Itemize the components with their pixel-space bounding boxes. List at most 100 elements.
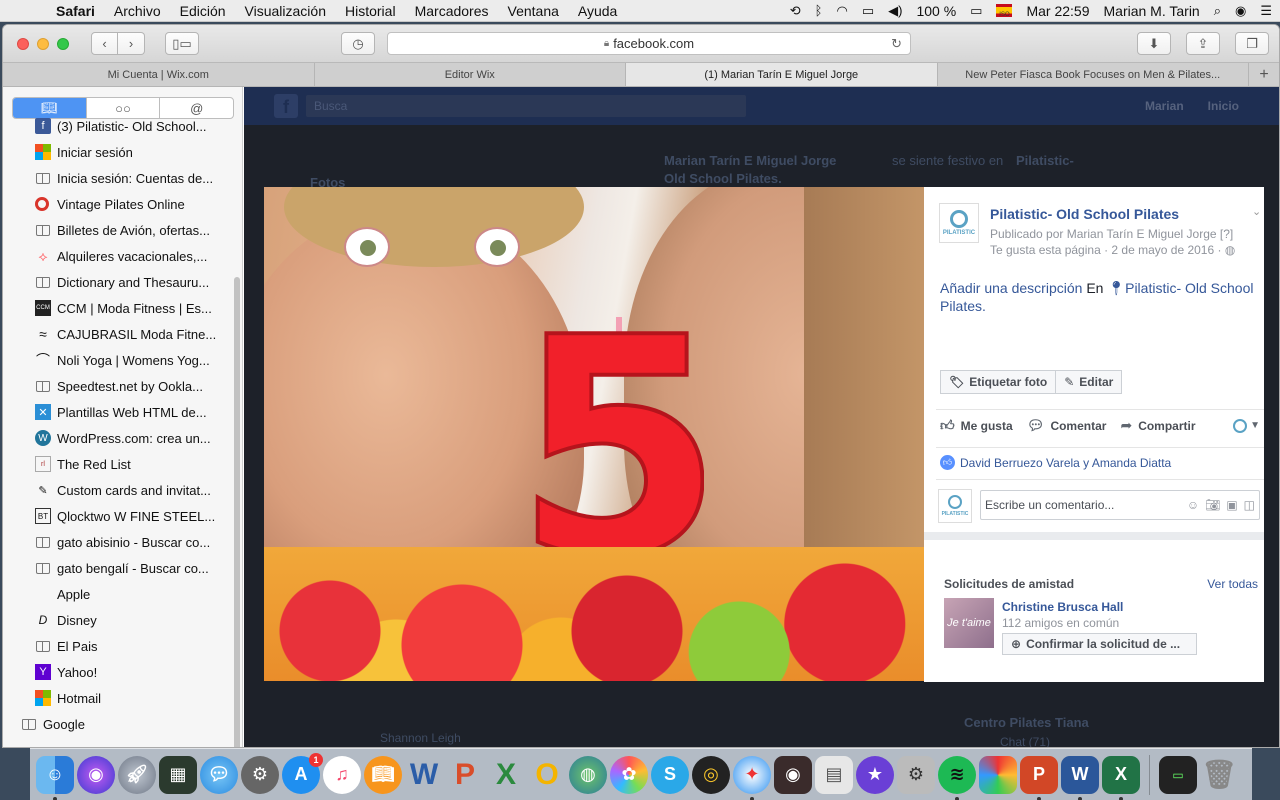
word-doc-icon[interactable]: W	[1061, 755, 1099, 800]
camera-icon[interactable]: 📷︎	[1205, 498, 1220, 512]
bookmark-item[interactable]: Vintage Pilates Online	[3, 191, 233, 217]
menu-edicion[interactable]: Edición	[180, 3, 226, 19]
lightbox-photo[interactable]: 5	[264, 187, 924, 681]
share-icon[interactable]: ⇪	[1186, 32, 1220, 55]
finder-icon[interactable]: ☺	[36, 755, 74, 800]
notification-center-icon[interactable]: ☰	[1260, 3, 1272, 19]
bookmark-item[interactable]: Apple	[3, 581, 233, 607]
bookmark-item[interactable]: BT Qlocktwo W FINE STEEL...	[3, 503, 233, 529]
volume-icon[interactable]: ◀)	[888, 3, 902, 19]
bookmark-item[interactable]: CCM CCM | Moda Fitness | Es...	[3, 295, 233, 321]
maps-globe-icon[interactable]: ◍	[569, 755, 607, 794]
page-avatar[interactable]: PILATISTIC	[939, 203, 979, 243]
post-as-selector[interactable]: ▼	[1233, 418, 1260, 433]
safari-icon[interactable]: ✦	[733, 755, 771, 800]
bookmark-item[interactable]: ≈ CAJUBRASIL Moda Fitne...	[3, 321, 233, 347]
bookmark-item[interactable]: ⌒ Noli Yoga | Womens Yog...	[3, 347, 233, 373]
emoji-icon[interactable]: ☺	[1187, 498, 1199, 512]
menu-ventana[interactable]: Ventana	[508, 3, 559, 19]
edit-button[interactable]: ✎ Editar	[1056, 370, 1123, 394]
imovie-icon[interactable]: ★	[856, 755, 894, 794]
bookmark-item[interactable]: D Disney	[3, 607, 233, 633]
bookmark-item[interactable]: gato abisinio - Buscar co...	[3, 529, 233, 555]
spotify-icon[interactable]: ≋	[938, 755, 976, 800]
forward-button[interactable]: ›	[118, 32, 145, 55]
launchpad-icon[interactable]: 🚀︎	[118, 755, 156, 794]
pinwheel-icon[interactable]	[979, 755, 1017, 794]
system-preferences-icon[interactable]: ⚙	[241, 755, 279, 794]
preview-icon[interactable]: ▤	[815, 755, 853, 794]
excel-doc-icon[interactable]: X	[1102, 755, 1140, 800]
bookmark-item[interactable]: Y Yahoo!	[3, 659, 233, 685]
siri-icon[interactable]: ◉	[77, 755, 115, 794]
bookmark-item[interactable]: Billetes de Avión, ofertas...	[3, 217, 233, 243]
likes-summary[interactable]: 👍︎ David Berruezo Varela y Amanda Diatta	[940, 455, 1171, 470]
excel-icon[interactable]: X	[487, 756, 525, 794]
battery-percent[interactable]: 100 %	[916, 3, 956, 19]
powerpoint-icon[interactable]: P	[446, 756, 484, 794]
new-tab-icon[interactable]: +	[1249, 63, 1279, 86]
fullscreen-window-button[interactable]	[57, 37, 69, 50]
wifi-icon[interactable]: ◠	[836, 3, 847, 19]
skype-icon[interactable]: S	[651, 755, 689, 794]
menu-archivo[interactable]: Archivo	[114, 3, 161, 19]
privacy-globe-icon[interactable]: ◍	[1225, 243, 1235, 257]
siri-icon[interactable]: ◉	[1235, 3, 1246, 19]
word-icon[interactable]: W	[405, 756, 443, 794]
reload-icon[interactable]: ↻	[891, 36, 902, 52]
ibooks-icon[interactable]: 📖︎	[364, 755, 402, 794]
sticker-icon[interactable]: ◫	[1244, 498, 1255, 512]
comment-input[interactable]: Escribe un comentario... ☺ 📷︎ ▣ ◫	[980, 490, 1260, 520]
confirm-request-button[interactable]: ⊕ Confirmar la solicitud de ...	[1002, 633, 1197, 655]
photo-booth-icon[interactable]: ▦	[159, 755, 197, 794]
trash-icon[interactable]: 🗑︎	[1200, 756, 1238, 794]
photos-icon[interactable]: ✿	[610, 755, 648, 794]
bookmark-item[interactable]: Inicia sesión: Cuentas de...	[3, 165, 233, 191]
podcasts-icon[interactable]: ◎	[692, 755, 730, 794]
back-button[interactable]: ‹	[91, 32, 118, 55]
tab-overview-icon[interactable]: ❐	[1235, 32, 1269, 55]
time-machine-icon[interactable]: ⟲	[790, 3, 801, 19]
bookmark-item[interactable]: f (3) Pilatistic- Old School...	[3, 113, 233, 139]
bookmark-item[interactable]: Speedtest.net by Ookla...	[3, 373, 233, 399]
address-bar[interactable]: 🔒︎ facebook.com ↻	[387, 32, 911, 55]
friend-avatar[interactable]: Je t'aime	[944, 598, 994, 648]
like-button[interactable]: 👍︎ Me gusta	[940, 417, 1013, 434]
downloads-icon[interactable]: ⬇	[1137, 32, 1171, 55]
menu-ayuda[interactable]: Ayuda	[578, 3, 617, 19]
menu-marcadores[interactable]: Marcadores	[415, 3, 489, 19]
menu-historial[interactable]: Historial	[345, 3, 396, 19]
bookmark-item[interactable]: Google	[3, 711, 233, 737]
bookmark-item[interactable]: ✎ Custom cards and invitat...	[3, 477, 233, 503]
tab-peter-fiasca[interactable]: New Peter Fiasca Book Focuses on Men & P…	[938, 63, 1249, 86]
menu-user[interactable]: Marian M. Tarin	[1104, 3, 1200, 19]
close-window-button[interactable]	[17, 37, 29, 50]
gif-icon[interactable]: ▣	[1226, 498, 1237, 512]
tag-photo-button[interactable]: 🏷︎ Etiquetar foto	[940, 370, 1057, 394]
menu-safari[interactable]: Safari	[56, 3, 95, 19]
airplay-icon[interactable]: ▭	[862, 3, 874, 19]
spotlight-search-icon[interactable]: ⌕	[1214, 3, 1221, 19]
disk-utility-icon[interactable]: ⚙	[897, 755, 935, 794]
menu-clock[interactable]: Mar 22:59	[1026, 3, 1089, 19]
help-mark[interactable]: [?]	[1220, 227, 1233, 241]
facebook-search-input[interactable]: Busca	[306, 95, 746, 117]
tab-facebook[interactable]: (1) Marian Tarín E Miguel Jorge	[626, 63, 938, 86]
powerpoint-doc-icon[interactable]: P	[1020, 755, 1058, 800]
nav-home[interactable]: Inicio	[1208, 99, 1239, 113]
friend-name-link[interactable]: Christine Brusca Hall	[1002, 600, 1123, 614]
sidebar-toggle-icon[interactable]: ▯▭	[165, 32, 199, 55]
bookmark-item[interactable]: Dictionary and Thesauru...	[3, 269, 233, 295]
battery-icon[interactable]: ▭	[970, 3, 982, 19]
bookmark-item[interactable]: rl The Red List	[3, 451, 233, 477]
dvd-player-icon[interactable]: ◉	[774, 755, 812, 794]
sidebar-scrollbar[interactable]	[234, 277, 240, 747]
bookmark-item[interactable]: El Pais	[3, 633, 233, 659]
itunes-icon[interactable]: ♫	[323, 755, 361, 794]
add-description-link[interactable]: Añadir una descripción	[940, 280, 1082, 296]
tab-wix-editor[interactable]: Editor Wix	[315, 63, 626, 86]
comment-button[interactable]: 💬︎ Comentar	[1027, 417, 1107, 434]
facebook-logo-icon[interactable]: f	[274, 94, 298, 118]
share-button[interactable]: ➦ Compartir	[1120, 417, 1195, 434]
menu-visualizacion[interactable]: Visualización	[245, 3, 326, 19]
